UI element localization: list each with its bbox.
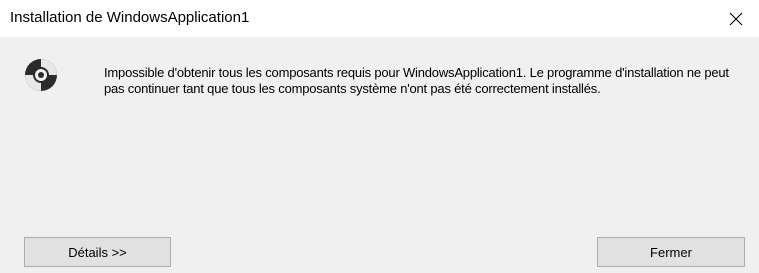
close-button[interactable]: Fermer — [597, 237, 745, 267]
disc-icon — [25, 59, 57, 91]
details-button[interactable]: Détails >> — [24, 237, 171, 267]
window-close-button[interactable] — [713, 0, 759, 37]
title-bar: Installation de WindowsApplication1 — [0, 0, 759, 37]
window-title: Installation de WindowsApplication1 — [10, 9, 250, 26]
error-message: Impossible d'obtenir tous les composants… — [104, 65, 729, 96]
installer-dialog: Installation de WindowsApplication1 Impo… — [0, 0, 759, 273]
close-icon — [729, 12, 743, 25]
dialog-body: Impossible d'obtenir tous les composants… — [0, 37, 759, 273]
